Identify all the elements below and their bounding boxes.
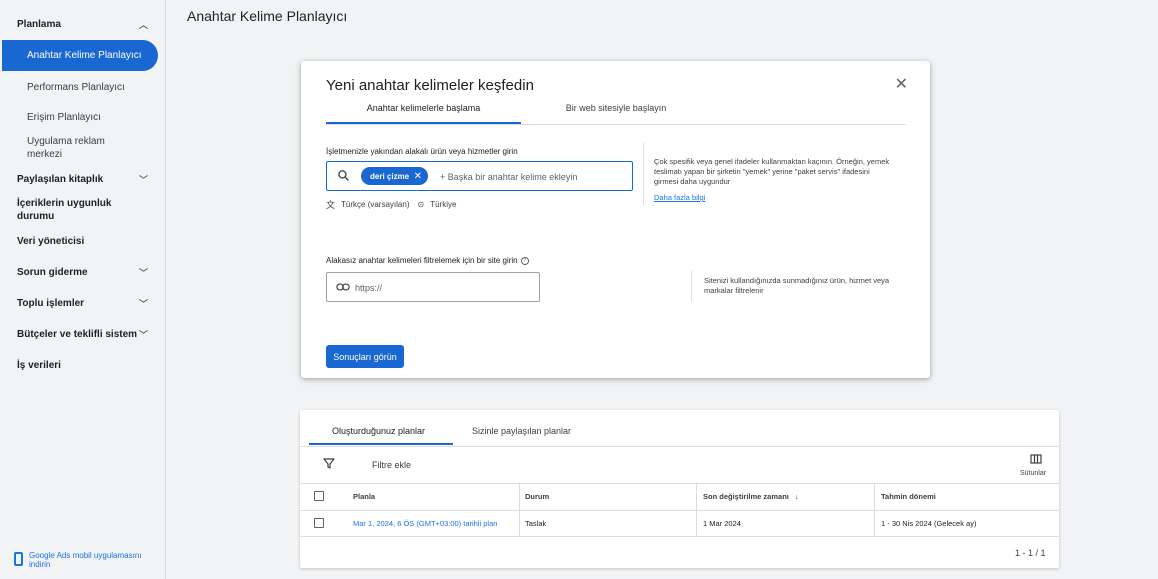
keywords-hint: Çok spesifik veya genel ifadeler kullanm… (654, 157, 890, 186)
sidebar: Planlama ︿ Anahtar Kelime Planlayıcı Per… (0, 0, 166, 579)
tab-start-with-keywords[interactable]: Anahtar kelimelerle başlama (326, 103, 521, 113)
site-hint-divider (691, 271, 692, 301)
sidebar-item-shared-library[interactable]: Paylaşılan kitaplık ﹀ (0, 171, 166, 187)
sidebar-item-reach-planner[interactable]: Erişim Planlayıcı (0, 109, 166, 125)
select-all-checkbox[interactable] (314, 491, 324, 501)
help-icon[interactable]: ? (520, 257, 529, 265)
discover-keywords-dialog: Yeni anahtar kelimeler keşfedin ✕ Anahta… (301, 61, 930, 378)
chevron-down-icon: ﹀ (138, 174, 148, 185)
search-icon (338, 170, 349, 181)
table-row-rule (300, 536, 1059, 537)
mobile-app-link-label: Google Ads mobil uygulamasını indirin (29, 551, 142, 569)
sidebar-item-troubleshooting[interactable]: Sorun giderme ﹀ (0, 264, 166, 280)
sidebar-item-planning[interactable]: Planlama ︿ (0, 16, 166, 32)
site-url-input[interactable]: https:// (326, 272, 540, 302)
sidebar-item-label: Erişim Planlayıcı (27, 111, 101, 123)
sidebar-item-label: Uygulama reklam merkezi (27, 136, 105, 160)
row-checkbox[interactable] (314, 518, 324, 528)
columns-button[interactable]: Sütunlar (1020, 470, 1046, 477)
see-results-button[interactable]: Sonuçları görün (326, 345, 404, 368)
sidebar-item-label: Performans Planlayıcı (27, 81, 125, 93)
sidebar-item-budgets-and-bidding[interactable]: Bütçeler ve teklifli sistem ﹀ (0, 326, 166, 342)
tab-start-with-website[interactable]: Bir web sitesiyle başlayın (521, 103, 711, 113)
tab-divider (300, 446, 1059, 447)
plan-status: Taslak (525, 519, 547, 528)
sidebar-item-bulk-actions[interactable]: Toplu işlemler ﹀ (0, 295, 166, 311)
sidebar-item-app-advertising-hub[interactable]: Uygulama reklam merkezi (0, 135, 120, 161)
chevron-down-icon: ﹀ (138, 267, 148, 278)
translate-icon: 文 (326, 200, 336, 210)
active-tab-indicator (309, 443, 453, 445)
sidebar-item-keyword-planner[interactable]: Anahtar Kelime Planlayıcı (2, 40, 158, 71)
tab-shared-plans[interactable]: Sizinle paylaşılan planlar (472, 426, 571, 436)
sidebar-item-performance-planner[interactable]: Performans Planlayıcı (0, 79, 166, 95)
sidebar-item-content-suitability[interactable]: İçeriklerin uygunluk durumu (0, 197, 120, 223)
sidebar-item-label: Sorun giderme (17, 266, 88, 278)
keywords-label: İşletmenizle yakından alakalı ürün veya … (326, 147, 518, 156)
keywords-input[interactable]: deri çizme ✕ + Başka bir anahtar kelime … (326, 161, 633, 191)
language-selector[interactable]: Türkçe (varsayılan) (341, 200, 409, 209)
link-icon (336, 283, 350, 291)
chevron-down-icon: ﹀ (138, 329, 148, 340)
table-header-top-rule (300, 483, 1059, 484)
sidebar-item-label: Bütçeler ve teklifli sistem (17, 328, 138, 340)
keyword-chip-label: deri çizme (370, 171, 410, 181)
pagination-status: 1 - 1 / 1 (1015, 548, 1046, 558)
column-header-status[interactable]: Durum (525, 492, 549, 501)
add-filter-button[interactable]: Filtre ekle (372, 460, 411, 470)
column-header-last-modified[interactable]: Son değiştirilme zamanı ↓ (703, 492, 799, 501)
learn-more-link[interactable]: Daha fazla bilgi (654, 193, 705, 203)
site-label-row: Alakasız anahtar kelimeleri filtrelemek … (326, 256, 529, 265)
columns-icon[interactable] (1030, 454, 1042, 464)
site-label: Alakasız anahtar kelimeleri filtrelemek … (326, 256, 518, 265)
phone-icon (14, 552, 23, 566)
targeting-row: 文 Türkçe (varsayılan) ⊙ Türkiye (326, 198, 456, 211)
keyword-chip[interactable]: deri çizme ✕ (361, 167, 428, 185)
sidebar-item-business-data[interactable]: İş verileri (0, 357, 166, 373)
tab-my-plans[interactable]: Oluşturduğunuz planlar (332, 426, 425, 436)
location-pin-icon: ⊙ (417, 200, 425, 209)
site-hint: Sitenizi kullandığınızda sunmadığınız ür… (704, 276, 890, 295)
page-title: Anahtar Kelime Planlayıcı (187, 8, 348, 24)
sidebar-item-label: İş verileri (17, 359, 61, 371)
column-header-plan[interactable]: Planla (353, 492, 375, 501)
sidebar-item-data-manager[interactable]: Veri yöneticisi (0, 233, 166, 249)
keywords-placeholder: + Başka bir anahtar kelime ekleyin (440, 172, 578, 182)
sidebar-item-label: İçeriklerin uygunluk durumu (17, 198, 112, 222)
chevron-down-icon: ﹀ (138, 298, 148, 309)
close-icon[interactable]: ✕ (895, 74, 908, 94)
chevron-up-icon: ︿ (138, 19, 148, 30)
arrow-down-icon: ↓ (794, 492, 799, 501)
column-header-last-modified-label: Son değiştirilme zamanı (703, 492, 789, 501)
plan-name-link[interactable]: Mar 1, 2024, 6 ÖS (GMT+03:00) tarihli pl… (353, 519, 497, 528)
plans-panel: Oluşturduğunuz planlar Sizinle paylaşıla… (300, 410, 1059, 568)
filter-icon[interactable] (323, 458, 335, 469)
dialog-title: Yeni anahtar kelimeler keşfedin (326, 77, 534, 94)
site-url-placeholder: https:// (355, 283, 383, 293)
hint-divider (643, 143, 644, 205)
tab-divider (326, 124, 906, 125)
sidebar-item-label: Anahtar Kelime Planlayıcı (27, 50, 142, 61)
column-header-forecast-period[interactable]: Tahmin dönemi (881, 492, 936, 501)
table-header-bottom-rule (300, 510, 1059, 511)
chip-remove-icon[interactable]: ✕ (414, 171, 422, 182)
sidebar-item-label: Paylaşılan kitaplık (17, 173, 104, 185)
sidebar-item-label: Planlama (17, 18, 61, 30)
mobile-app-link[interactable]: Google Ads mobil uygulamasını indirin (14, 551, 154, 569)
location-selector[interactable]: Türkiye (430, 200, 456, 209)
plan-forecast-period: 1 - 30 Nis 2024 (Gelecek ay) (881, 519, 977, 528)
plan-last-modified: 1 Mar 2024 (703, 519, 741, 528)
sidebar-item-label: Veri yöneticisi (17, 235, 85, 247)
sidebar-item-label: Toplu işlemler (17, 297, 85, 309)
